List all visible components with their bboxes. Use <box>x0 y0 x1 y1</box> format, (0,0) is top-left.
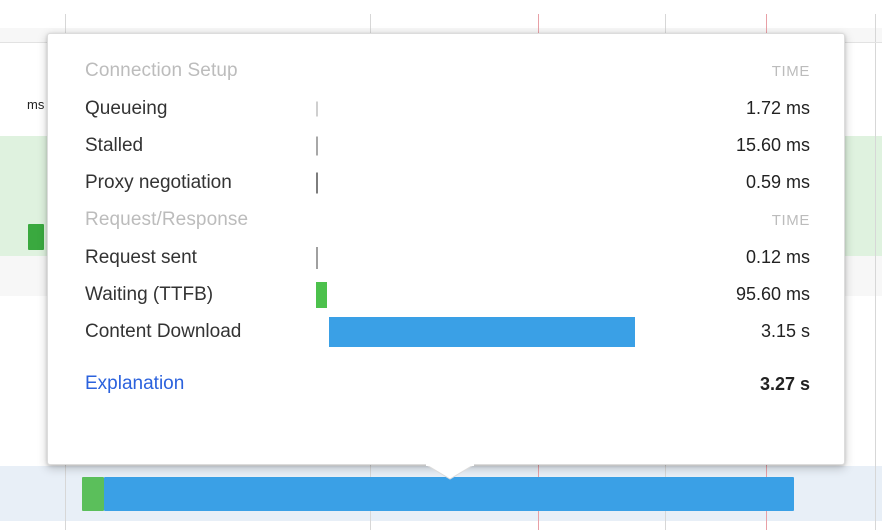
waterfall-gridline-5 <box>875 14 876 530</box>
timing-row-time: 15.60 ms <box>735 135 810 155</box>
timing-row-label: Waiting (TTFB) <box>85 283 214 305</box>
timing-row-time: 1.72 ms <box>745 98 810 118</box>
timing-row-time: 0.12 ms <box>745 247 810 267</box>
timing-bar-track <box>316 276 684 313</box>
section-header-label: Connection Setup <box>85 60 238 81</box>
timing-row-label: Content Download <box>85 320 242 342</box>
timing-footer-link-cell: Explanation <box>48 350 316 406</box>
timing-bar-segment-content-download <box>329 316 636 347</box>
section-header-spacer <box>316 201 684 239</box>
timing-row-content-download: Content Download 3.15 s <box>48 313 846 350</box>
timing-bar-track <box>316 239 684 276</box>
timing-row-bar-cell <box>316 313 684 350</box>
timing-bar-segment-waiting-ttfb <box>316 281 327 308</box>
bg-selected-blue-bar[interactable] <box>104 477 794 511</box>
timing-bar-track <box>316 313 684 350</box>
bg-green-bar[interactable] <box>28 224 44 250</box>
section-header-time-column: TIME <box>771 211 810 229</box>
timing-row-label: Proxy negotiation <box>85 171 232 193</box>
timing-row-request-sent: Request sent 0.12 ms <box>48 239 846 276</box>
timing-row-queueing: Queueing 1.72 ms <box>48 90 846 127</box>
timing-row-bar-cell <box>316 239 684 276</box>
timing-bar-track <box>316 90 684 127</box>
timing-bar-segment-queueing <box>316 101 318 116</box>
timing-row-bar-cell <box>316 164 684 201</box>
timing-row-waiting-ttfb: Waiting (TTFB) 95.60 ms <box>48 276 846 313</box>
timing-bar-segment-request-sent <box>316 246 318 269</box>
timing-row-time: 0.59 ms <box>745 172 810 192</box>
timing-row-time: 3.15 s <box>760 321 810 341</box>
timing-row-bar-cell <box>316 276 684 313</box>
timing-footer-spacer <box>316 350 684 406</box>
timing-row-stalled: Stalled 15.60 ms <box>48 127 846 164</box>
timing-breakdown-table: Connection Setup TIME Queueing 1.72 ms Stall… <box>48 52 846 406</box>
request-timing-popup: Connection Setup TIME Queueing 1.72 ms Stall… <box>47 33 845 465</box>
waterfall-time-label: ms <box>27 97 45 112</box>
timing-total-time: 3.27 s <box>759 373 810 394</box>
timing-bar-track <box>316 127 684 164</box>
timing-row-bar-cell <box>316 90 684 127</box>
section-header-spacer <box>316 52 684 90</box>
timing-bar-track <box>316 164 684 201</box>
timing-bar-segment-stalled <box>316 136 318 155</box>
timing-footer-row: Explanation 3.27 s <box>48 350 846 406</box>
bg-selected-green-bar[interactable] <box>82 477 104 511</box>
timing-section-header-request-response: Request/Response TIME <box>48 201 846 239</box>
section-header-label: Request/Response <box>85 209 249 230</box>
timing-row-proxy-negotiation: Proxy negotiation 0.59 ms <box>48 164 846 201</box>
timing-bar-segment-proxy-negotiation <box>316 172 318 193</box>
popup-pointer-arrow <box>425 464 475 480</box>
timing-row-label: Stalled <box>85 134 144 156</box>
timing-row-bar-cell <box>316 127 684 164</box>
explanation-link[interactable]: Explanation <box>48 373 184 394</box>
timing-row-label: Request sent <box>85 246 197 268</box>
section-header-time-column: TIME <box>771 62 810 80</box>
timing-section-header-connection-setup: Connection Setup TIME <box>48 52 846 90</box>
timing-row-label: Queueing <box>85 97 168 119</box>
timing-row-time: 95.60 ms <box>735 284 810 304</box>
